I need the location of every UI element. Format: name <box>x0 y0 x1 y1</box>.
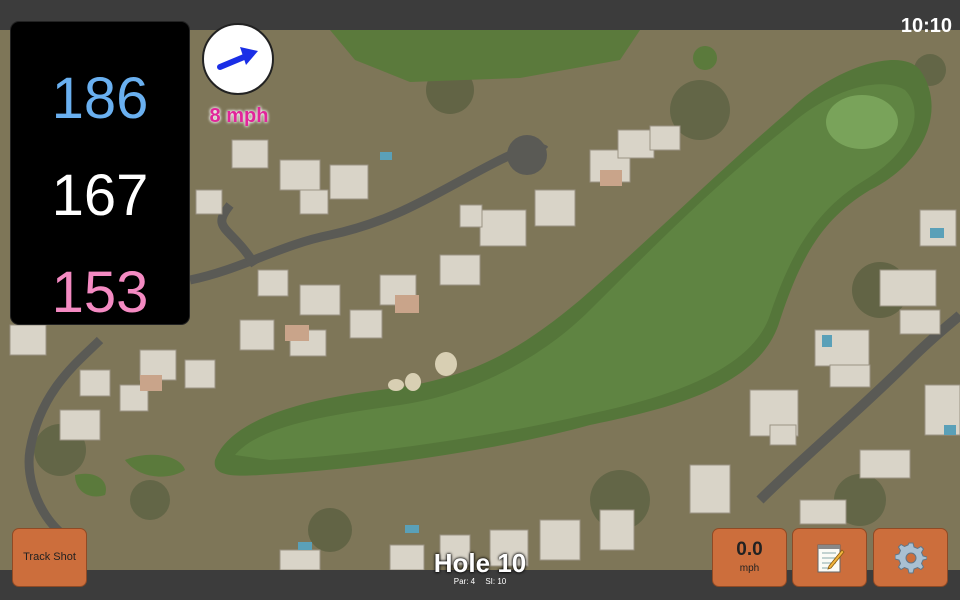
notepad-icon <box>817 544 845 572</box>
track-shot-button[interactable]: Track Shot <box>12 528 87 587</box>
distance-front-of-green: 153 <box>51 260 149 325</box>
wind-speed-label: 8 mph <box>209 105 269 127</box>
wind-speed-button[interactable]: 0.0 mph <box>712 528 787 587</box>
clock: 10:10 <box>900 15 952 37</box>
wind-speed-value: 0.0 <box>736 538 763 560</box>
wind-speed-unit: mph <box>739 562 760 574</box>
hole-title: Hole 10 <box>433 548 527 578</box>
wind-arrow-icon <box>217 47 258 70</box>
notes-button[interactable] <box>792 528 867 587</box>
settings-button[interactable] <box>873 528 948 587</box>
stroke-index-label: SI: 10 <box>485 577 507 586</box>
distance-panel: 186 167 153 <box>11 22 189 325</box>
distance-back-of-green: 186 <box>51 66 149 131</box>
distance-middle-of-green: 167 <box>51 163 149 228</box>
track-shot-label: Track Shot <box>23 551 76 563</box>
hole-info: Par: 4 SI: 10 <box>400 577 560 586</box>
wind-indicator <box>202 23 274 95</box>
gear-icon <box>894 542 927 573</box>
par-label: Par: 4 <box>453 577 476 586</box>
